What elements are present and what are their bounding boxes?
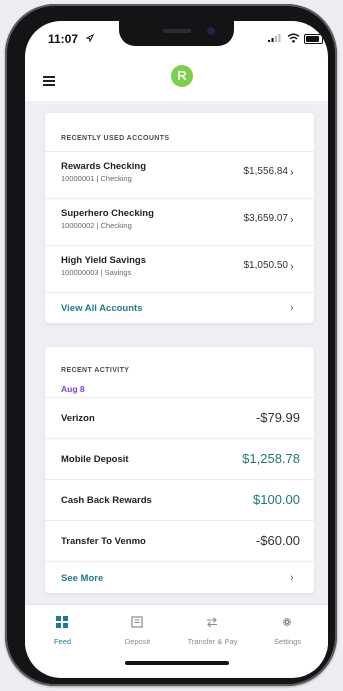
activity-amount: $100.00: [253, 492, 300, 507]
see-more-link[interactable]: See More ›: [45, 561, 314, 594]
gear-icon: [282, 617, 292, 627]
view-all-accounts-link[interactable]: View All Accounts ›: [45, 292, 314, 324]
chevron-right-icon: ›: [290, 167, 294, 179]
account-balance: $1,050.50: [243, 260, 289, 271]
recent-accounts-card: RECENTLY USED ACCOUNTS Rewards Checking …: [45, 113, 314, 323]
section-title: RECENT ACTIVITY: [61, 367, 130, 374]
tab-feed[interactable]: Feed: [25, 605, 100, 651]
recent-activity-card: RECENT ACTIVITY Aug 8 Verizon -$79.99 Mo…: [45, 347, 314, 593]
account-row[interactable]: Rewards Checking 10000001 | Checking $1,…: [45, 151, 314, 199]
deposit-icon: [131, 616, 143, 628]
account-name: High Yield Savings: [61, 255, 146, 266]
tab-label: Transfer & Pay: [187, 637, 238, 646]
chevron-right-icon: ›: [290, 302, 294, 314]
activity-amount: -$79.99: [255, 410, 300, 425]
account-balance: $1,556.84: [243, 166, 289, 177]
activity-row[interactable]: Verizon -$79.99: [45, 397, 314, 439]
notch: [119, 21, 234, 46]
feed-icon: [56, 616, 68, 628]
activity-row[interactable]: Transfer To Venmo -$60.00: [45, 520, 314, 562]
app-screen: 11:07 R RECENTLY USED ACCOUNTS Rewards C…: [25, 21, 328, 678]
account-row[interactable]: High Yield Savings 100000003 | Savings $…: [45, 245, 314, 293]
account-number: 10000002 | Checking: [61, 221, 132, 230]
front-camera: [207, 27, 215, 35]
activity-row[interactable]: Cash Back Rewards $100.00: [45, 479, 314, 521]
activity-name: Mobile Deposit: [61, 454, 129, 465]
activity-amount: -$60.00: [255, 533, 300, 548]
account-balance: $3,659.07: [243, 213, 289, 224]
account-name: Rewards Checking: [61, 161, 146, 172]
tab-settings[interactable]: Settings: [250, 605, 325, 651]
tab-transfer-pay[interactable]: Transfer & Pay: [175, 605, 250, 651]
activity-name: Transfer To Venmo: [61, 536, 146, 547]
chevron-right-icon: ›: [290, 214, 294, 226]
speaker-grille: [163, 29, 191, 33]
activity-name: Cash Back Rewards: [61, 495, 152, 506]
account-number: 100000003 | Savings: [61, 268, 132, 277]
bottom-tab-bar: Feed Deposit Transfer & Pay Settings: [25, 604, 328, 651]
activity-row[interactable]: Mobile Deposit $1,258.78: [45, 438, 314, 480]
feed-content[interactable]: RECENTLY USED ACCOUNTS Rewards Checking …: [25, 101, 328, 604]
tab-label: Feed: [53, 637, 72, 646]
brand-logo: R: [171, 65, 193, 87]
home-indicator[interactable]: [125, 661, 229, 665]
wifi-icon: [287, 33, 300, 43]
activity-date: Aug 8: [61, 384, 85, 394]
account-name: Superhero Checking: [61, 208, 154, 219]
chevron-right-icon: ›: [290, 572, 294, 584]
tab-label: Settings: [273, 637, 302, 646]
activity-name: Verizon: [61, 413, 95, 424]
section-title: RECENTLY USED ACCOUNTS: [61, 135, 170, 142]
phone-body: 11:07 R RECENTLY USED ACCOUNTS Rewards C…: [5, 4, 337, 686]
activity-amount: $1,258.78: [242, 451, 300, 466]
status-time: 11:07: [48, 32, 79, 46]
battery-icon: [304, 34, 323, 44]
view-all-accounts-label: View All Accounts: [61, 303, 143, 314]
hamburger-menu-icon[interactable]: [43, 76, 55, 86]
account-number: 10000001 | Checking: [61, 174, 132, 183]
tab-deposit[interactable]: Deposit: [100, 605, 175, 651]
transfer-icon: [207, 617, 217, 628]
device-frame: 11:07 R RECENTLY USED ACCOUNTS Rewards C…: [0, 0, 343, 691]
tab-label: Deposit: [124, 637, 151, 646]
app-header: R: [25, 65, 328, 101]
location-icon: [86, 34, 94, 42]
cellular-signal-icon: [268, 34, 281, 42]
account-row[interactable]: Superhero Checking 10000002 | Checking $…: [45, 198, 314, 246]
chevron-right-icon: ›: [290, 261, 294, 273]
see-more-label: See More: [61, 573, 104, 584]
